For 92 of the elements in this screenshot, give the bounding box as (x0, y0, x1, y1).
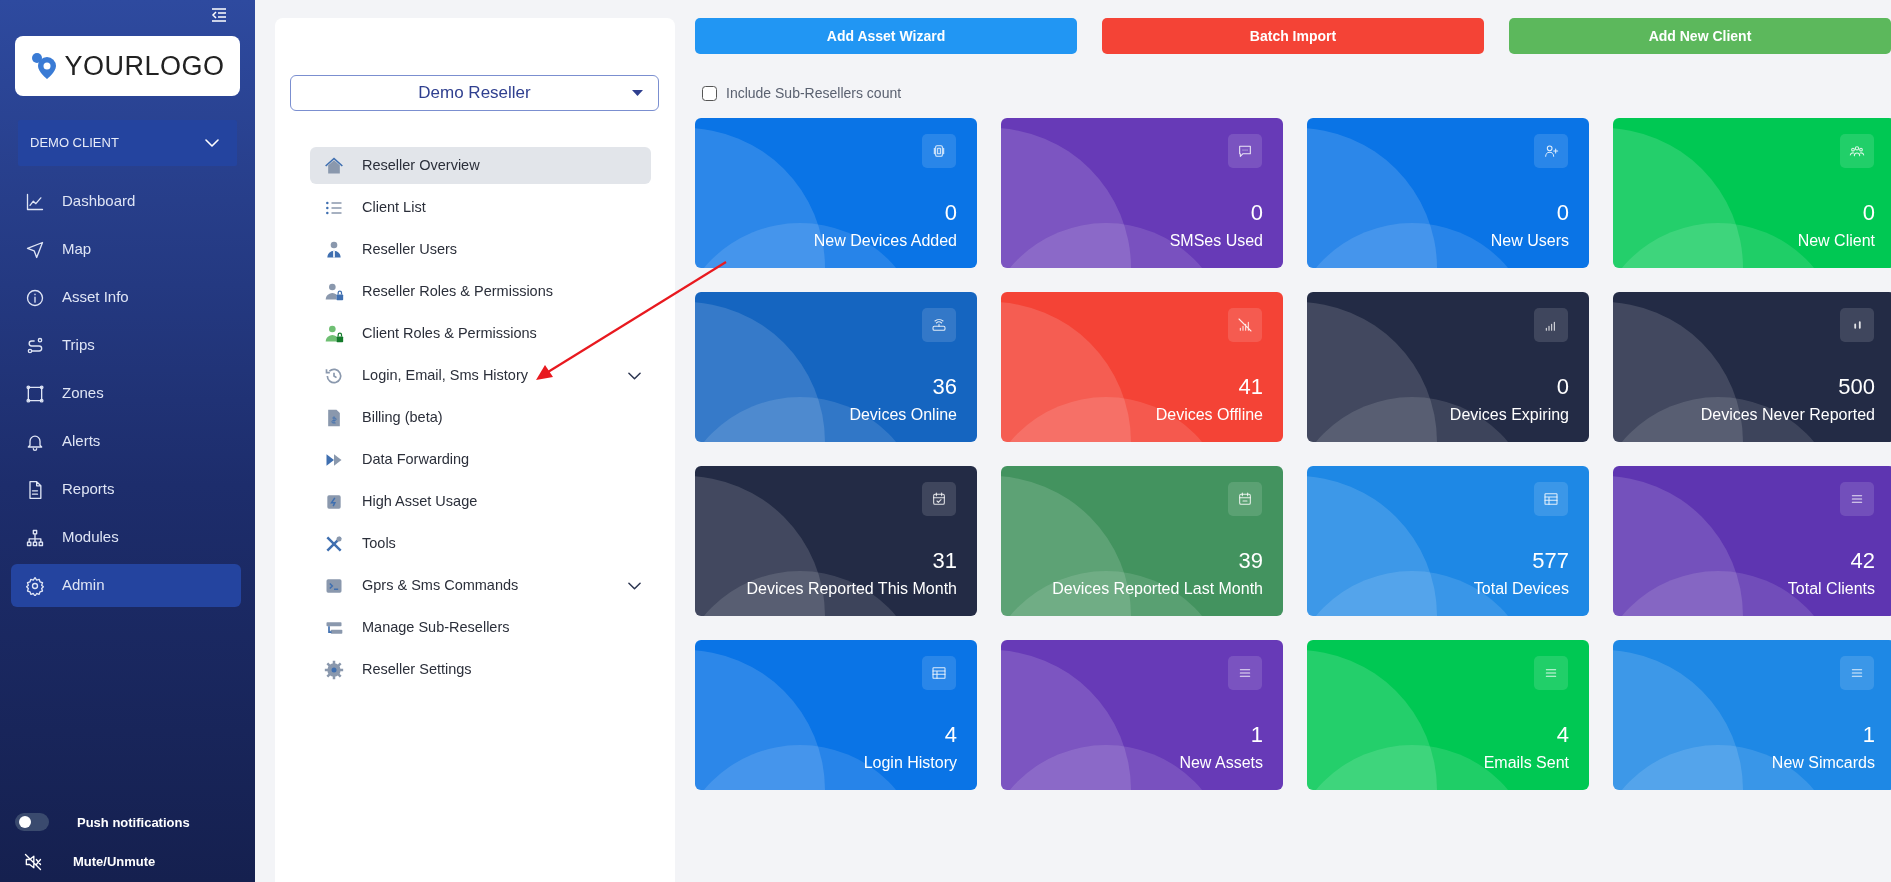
phone-icon (931, 143, 947, 159)
checkbox-label: Include Sub-Resellers count (726, 84, 902, 103)
stat-value: 0 (1250, 199, 1263, 227)
add-user-icon (1543, 143, 1559, 159)
no-signal-icon (1237, 317, 1253, 333)
stat-value: 31 (932, 547, 957, 575)
house-icon (324, 155, 344, 176)
stat-value: 577 (1532, 547, 1569, 575)
stat-label: Devices Reported This Month (746, 579, 957, 599)
menu-item[interactable]: Data Forwarding (310, 441, 651, 478)
toggle-switch[interactable] (15, 813, 49, 832)
user-lock-icon (324, 323, 344, 344)
collapse-menu-icon[interactable] (211, 8, 227, 22)
nav-item[interactable]: Trips (11, 324, 241, 367)
chevron-down-icon (628, 581, 641, 590)
stat-label: Total Devices (1473, 579, 1569, 599)
logo: YOURLOGO (15, 36, 240, 96)
menu-item[interactable]: Reseller Overview (310, 147, 651, 184)
toggle-label: Push notifications (77, 813, 190, 832)
stat-label: SMSes Used (1169, 231, 1263, 251)
route-icon (25, 335, 45, 356)
stat-label: Devices Never Reported (1700, 405, 1875, 425)
chevron-down-icon (628, 371, 641, 380)
menu-item[interactable]: High Asset Usage (310, 483, 651, 520)
nav-item[interactable]: Zones (11, 372, 241, 415)
stat-value: 42 (1850, 547, 1875, 575)
stat-value: 1 (1862, 721, 1875, 749)
client-dropdown[interactable]: DEMO CLIENT (18, 120, 237, 166)
menu-item[interactable]: Manage Sub-Resellers (310, 609, 651, 646)
mute-label[interactable]: Mute/Unmute (73, 852, 156, 872)
stat-value: 0 (1862, 199, 1875, 227)
stat-label: Devices Online (849, 405, 957, 425)
router-icon (931, 317, 947, 333)
calendar-check-icon (931, 491, 947, 507)
stat-value: 1 (1250, 721, 1263, 749)
checkbox[interactable] (702, 86, 717, 101)
stat-label: New Users (1490, 231, 1569, 251)
nav-item[interactable]: Modules (11, 516, 241, 559)
nav-item[interactable]: Dashboard (11, 180, 241, 223)
stat-label: New Simcards (1771, 753, 1875, 773)
table-icon (931, 665, 947, 681)
stat-value: 0 (944, 199, 957, 227)
nav-item[interactable]: Reports (11, 468, 241, 511)
group-icon (1849, 143, 1865, 159)
hierarchy-icon (25, 527, 45, 548)
stat-label: Devices Reported Last Month (1052, 579, 1263, 599)
stat-value: 39 (1238, 547, 1263, 575)
stat-label: Total Clients (1787, 579, 1875, 599)
stat-value: 41 (1238, 373, 1263, 401)
user-lock-icon (324, 281, 344, 302)
stat-label: New Assets (1179, 753, 1263, 773)
menu-item[interactable]: Billing (beta) (310, 399, 651, 436)
chat-icon (1237, 143, 1253, 159)
polygon-icon (25, 383, 45, 404)
stat-value: 4 (1556, 721, 1569, 749)
menu-item[interactable]: Reseller Users (310, 231, 651, 268)
stat-value: 4 (944, 721, 957, 749)
menu-item[interactable]: Client List (310, 189, 651, 226)
caret-icon (632, 90, 643, 96)
stat-value: 36 (932, 373, 957, 401)
menu-item[interactable]: Reseller Settings (310, 651, 651, 688)
menu-item[interactable]: Client Roles & Permissions (310, 315, 651, 352)
menu-item[interactable]: Login, Email, Sms History (310, 357, 651, 394)
stat-label: Emails Sent (1483, 753, 1569, 773)
stat-value: 500 (1838, 373, 1875, 401)
chart-line-icon (25, 191, 45, 212)
table-icon (1543, 491, 1559, 507)
stat-value: 0 (1556, 373, 1569, 401)
reseller-dropdown[interactable]: Demo Reseller (290, 75, 659, 111)
calendar-icon (1237, 491, 1253, 507)
signal-bars-icon (1853, 321, 1861, 329)
stat-value: 0 (1556, 199, 1569, 227)
menu-item[interactable]: Gprs & Sms Commands (310, 567, 651, 604)
action-button[interactable]: Batch Import (1102, 18, 1484, 54)
user-icon (324, 239, 344, 260)
nav-item[interactable]: Asset Info (11, 276, 241, 319)
info-icon (25, 287, 45, 308)
speaker-muted-icon (23, 852, 43, 872)
stat-label: New Client (1797, 231, 1875, 251)
nav-item[interactable]: Admin (11, 564, 241, 607)
nav-item[interactable]: Map (11, 228, 241, 271)
stat-label: New Devices Added (813, 231, 957, 251)
gear-icon (25, 575, 45, 596)
stat-label: Devices Offline (1155, 405, 1263, 425)
menu-item[interactable]: Tools (310, 525, 651, 562)
stat-label: Login History (863, 753, 957, 773)
menu-item[interactable]: Reseller Roles & Permissions (310, 273, 651, 310)
stat-label: Devices Expiring (1449, 405, 1569, 425)
chevron-down-icon (205, 139, 219, 147)
nav-item[interactable]: Alerts (11, 420, 241, 463)
gear-icon (324, 659, 344, 680)
navigation-arrow-icon (25, 239, 45, 260)
